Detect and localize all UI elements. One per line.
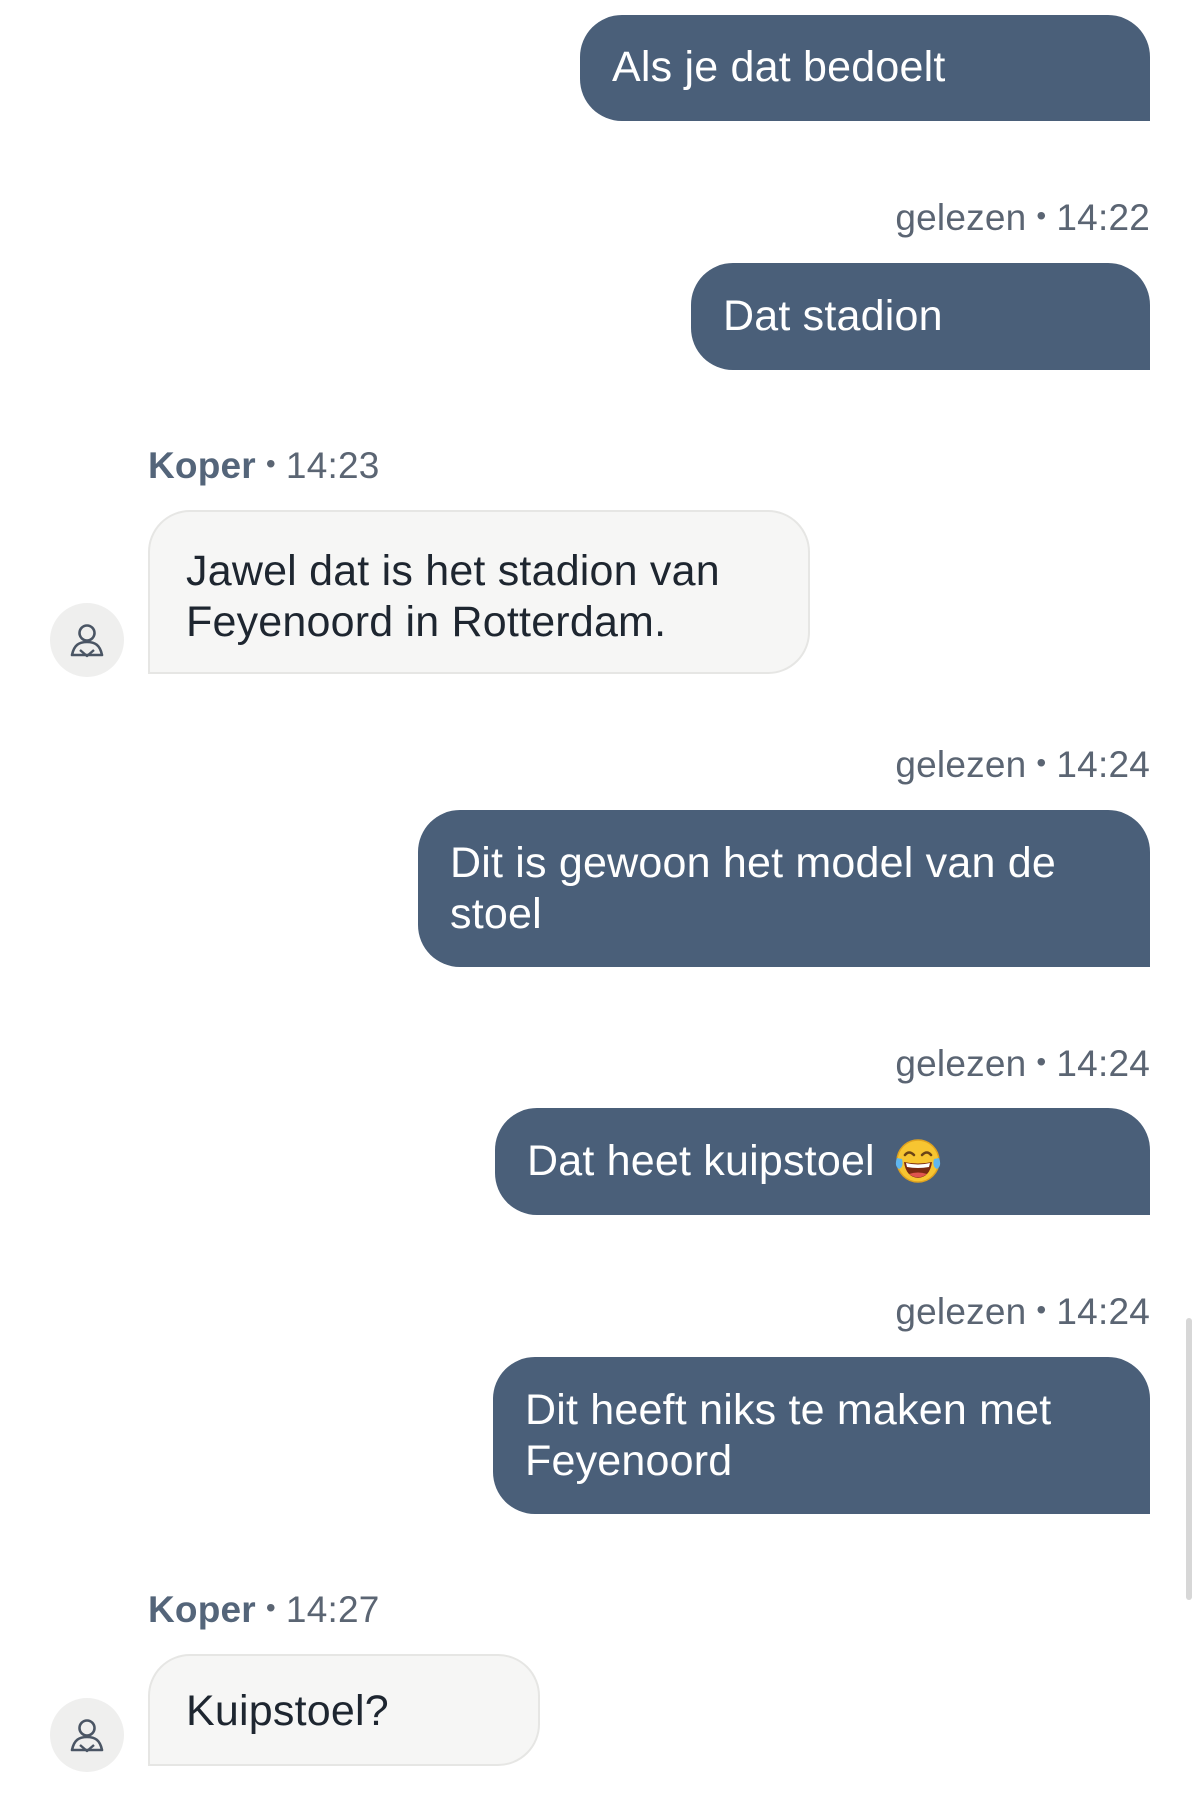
message-time: 14:24 — [1056, 744, 1150, 785]
read-status: gelezen — [895, 1291, 1027, 1332]
message-text: Dat heet kuipstoel — [527, 1137, 875, 1185]
message-time: 14:24 — [1056, 1291, 1150, 1332]
face-with-tears-of-joy-icon — [895, 1138, 941, 1183]
message-text-line: Feyenoord — [525, 1437, 733, 1485]
user-avatar-icon — [70, 624, 104, 658]
message-time: 14:24 — [1056, 1043, 1150, 1084]
message-meta: gelezen • 14:24 — [895, 1291, 1150, 1333]
outgoing-message[interactable]: Dit heeft niks te maken met Feyenoord — [493, 1357, 1150, 1514]
message-meta: Koper • 14:23 — [148, 445, 380, 487]
message-meta: gelezen • 14:24 — [895, 1043, 1150, 1085]
incoming-message[interactable]: Jawel dat is het stadion van Feyenoord i… — [148, 510, 810, 674]
separator-dot: • — [1036, 747, 1047, 779]
separator-dot: • — [1036, 1294, 1047, 1326]
read-status: gelezen — [895, 744, 1027, 785]
outgoing-message[interactable]: Dat stadion — [691, 263, 1150, 370]
read-status: gelezen — [895, 197, 1027, 238]
avatar[interactable] — [50, 603, 124, 677]
user-avatar-icon — [70, 1719, 104, 1753]
message-time: 14:23 — [285, 445, 380, 486]
message-text-line: Dit is gewoon het model van de — [450, 839, 1056, 887]
avatar[interactable] — [50, 1698, 124, 1772]
separator-dot: • — [1036, 200, 1047, 232]
message-text: Als je dat bedoelt — [612, 43, 946, 91]
message-text-line: Feyenoord in Rotterdam. — [186, 598, 667, 646]
incoming-message[interactable]: Kuipstoel? — [148, 1654, 540, 1766]
message-meta: Koper • 14:27 — [148, 1589, 380, 1631]
message-time: 14:22 — [1056, 197, 1150, 238]
outgoing-message[interactable]: Dat heet kuipstoel — [495, 1108, 1150, 1215]
read-status: gelezen — [895, 1043, 1027, 1084]
chat-screen: Als je dat bedoelt gelezen • 14:22 Dat sta… — [0, 0, 1200, 1802]
separator-dot: • — [1036, 1046, 1047, 1078]
separator-dot: • — [265, 1592, 276, 1624]
message-time: 14:27 — [285, 1589, 380, 1630]
message-text-line: Dit heeft niks te maken met — [525, 1386, 1052, 1434]
separator-dot: • — [265, 448, 276, 480]
scrollbar[interactable] — [1186, 1318, 1192, 1600]
message-text: Dat stadion — [723, 292, 943, 340]
outgoing-message[interactable]: Dit is gewoon het model van de stoel — [418, 810, 1150, 967]
message-text-line: Jawel dat is het stadion van — [186, 547, 720, 595]
sender-name: Koper — [148, 445, 256, 486]
message-meta: gelezen • 14:22 — [895, 197, 1150, 239]
message-text: Kuipstoel? — [186, 1687, 389, 1735]
sender-name: Koper — [148, 1589, 256, 1630]
outgoing-message[interactable]: Als je dat bedoelt — [580, 15, 1150, 121]
message-text-line: stoel — [450, 890, 542, 938]
message-meta: gelezen • 14:24 — [895, 744, 1150, 786]
